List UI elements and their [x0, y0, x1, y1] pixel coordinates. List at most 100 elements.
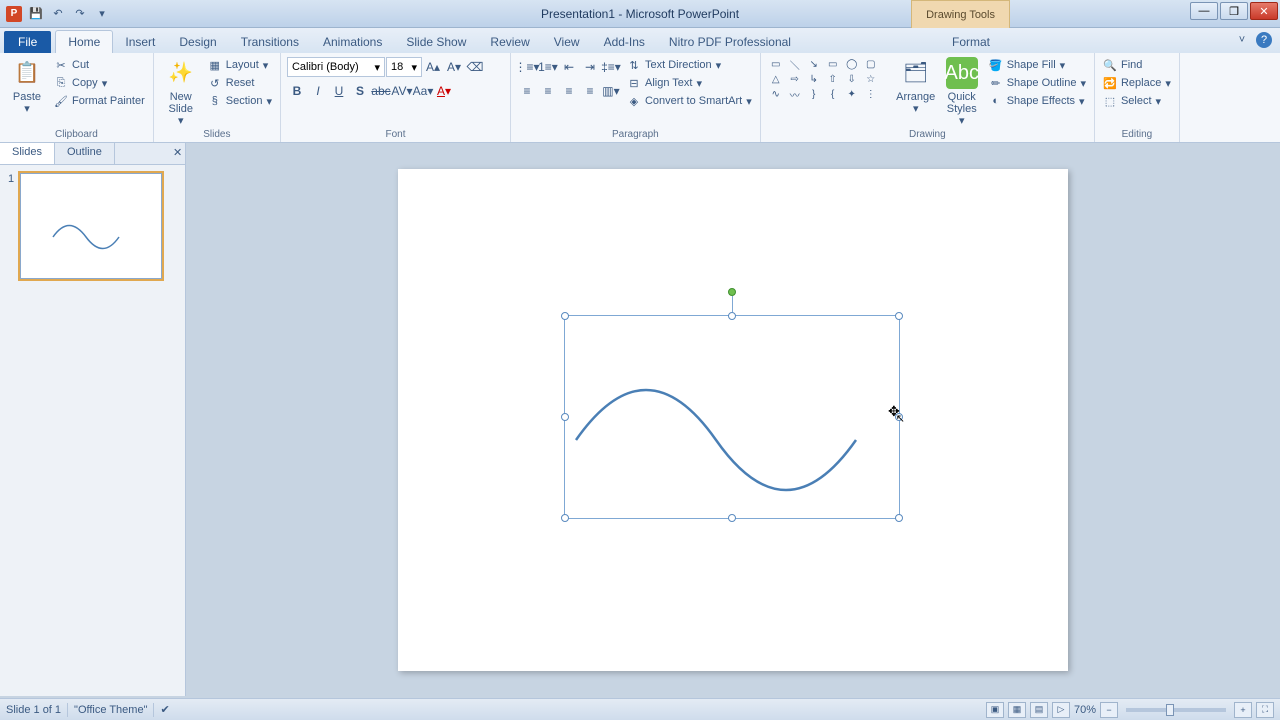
reset-button[interactable]: ↺Reset: [206, 75, 274, 91]
rotation-handle[interactable]: [728, 288, 736, 296]
shape-right-arrow[interactable]: ⇨: [786, 72, 804, 86]
tab-format[interactable]: Format: [940, 31, 1002, 53]
shape-up-arrow[interactable]: ⇧: [824, 72, 842, 86]
panel-close-button[interactable]: ✕: [161, 143, 185, 164]
grow-font-button[interactable]: A▴: [423, 57, 443, 77]
quick-styles-button[interactable]: Abc Quick Styles▾: [941, 57, 983, 127]
align-center-button[interactable]: ≡: [538, 81, 558, 101]
section-button[interactable]: §Section ▾: [206, 93, 274, 109]
minimize-ribbon-button[interactable]: ˅: [1234, 32, 1250, 48]
align-text-button[interactable]: ⊟Align Text ▾: [625, 75, 754, 91]
fit-window-button[interactable]: ⛶: [1256, 702, 1274, 718]
shape-connector[interactable]: ↳: [805, 72, 823, 86]
shape-brace2[interactable]: {: [824, 87, 842, 101]
shape-star[interactable]: ☆: [862, 72, 880, 86]
panel-tab-slides[interactable]: Slides: [0, 143, 55, 164]
minimize-button[interactable]: —: [1190, 2, 1218, 20]
help-button[interactable]: ?: [1256, 32, 1272, 48]
slide-canvas[interactable]: ✥↖: [186, 143, 1280, 696]
bullets-button[interactable]: ⋮≡▾: [517, 57, 537, 77]
underline-button[interactable]: U: [329, 81, 349, 101]
find-button[interactable]: 🔍Find: [1101, 57, 1173, 73]
tab-home[interactable]: Home: [55, 30, 113, 53]
tab-animations[interactable]: Animations: [311, 31, 394, 53]
save-button[interactable]: 💾: [26, 4, 46, 24]
shapes-more[interactable]: ⋮: [862, 87, 880, 101]
align-right-button[interactable]: ≡: [559, 81, 579, 101]
tab-review[interactable]: Review: [478, 31, 541, 53]
tab-insert[interactable]: Insert: [113, 31, 167, 53]
replace-button[interactable]: 🔁Replace ▾: [1101, 75, 1173, 91]
convert-smartart-button[interactable]: ◈Convert to SmartArt ▾: [625, 93, 754, 109]
tab-transitions[interactable]: Transitions: [229, 31, 311, 53]
restore-button[interactable]: ❐: [1220, 2, 1248, 20]
close-button[interactable]: ✕: [1250, 2, 1278, 20]
cut-button[interactable]: ✂Cut: [52, 57, 147, 73]
italic-button[interactable]: I: [308, 81, 328, 101]
align-left-button[interactable]: ≡: [517, 81, 537, 101]
shape-arrow-line[interactable]: ↘: [805, 57, 823, 71]
shape-oval[interactable]: ◯: [843, 57, 861, 71]
resize-handle-tl[interactable]: [561, 312, 569, 320]
view-normal-button[interactable]: ▣: [986, 702, 1004, 718]
view-sorter-button[interactable]: ▦: [1008, 702, 1026, 718]
new-slide-button[interactable]: ✨ New Slide▾: [160, 57, 202, 127]
font-name-combo[interactable]: Calibri (Body)▾: [287, 57, 385, 77]
shape-effects-button[interactable]: ◐Shape Effects ▾: [987, 93, 1088, 109]
shape-rectangle[interactable]: ▭: [824, 57, 842, 71]
justify-button[interactable]: ≡: [580, 81, 600, 101]
resize-handle-br[interactable]: [895, 514, 903, 522]
panel-tab-outline[interactable]: Outline: [55, 143, 115, 164]
paste-button[interactable]: 📋 Paste▾: [6, 57, 48, 115]
shape-down-arrow[interactable]: ⇩: [843, 72, 861, 86]
columns-button[interactable]: ▥▾: [601, 81, 621, 101]
tab-view[interactable]: View: [542, 31, 592, 53]
font-size-combo[interactable]: 18▾: [386, 57, 422, 77]
increase-indent-button[interactable]: ⇥: [580, 57, 600, 77]
decrease-indent-button[interactable]: ⇤: [559, 57, 579, 77]
change-case-button[interactable]: Aa▾: [413, 81, 433, 101]
shape-star4[interactable]: ✦: [843, 87, 861, 101]
slide-thumbnail-1[interactable]: 1: [8, 173, 177, 279]
slide[interactable]: ✥↖: [398, 169, 1068, 671]
status-spellcheck-icon[interactable]: ✔: [160, 703, 169, 716]
shape-brace[interactable]: }: [805, 87, 823, 101]
shape-curve[interactable]: ∿: [767, 87, 785, 101]
shape-freeform[interactable]: 〰: [786, 87, 804, 101]
tab-slideshow[interactable]: Slide Show: [394, 31, 478, 53]
zoom-thumb[interactable]: [1166, 704, 1174, 716]
clear-formatting-button[interactable]: ⌫: [465, 57, 485, 77]
shrink-font-button[interactable]: A▾: [444, 57, 464, 77]
bold-button[interactable]: B: [287, 81, 307, 101]
shape-textbox[interactable]: ▭: [767, 57, 785, 71]
arrange-button[interactable]: 🗂 Arrange▾: [895, 57, 937, 115]
numbering-button[interactable]: 1≡▾: [538, 57, 558, 77]
undo-button[interactable]: ↶: [48, 4, 68, 24]
format-painter-button[interactable]: 🖌Format Painter: [52, 93, 147, 109]
strikethrough-button[interactable]: abc: [371, 81, 391, 101]
line-spacing-button[interactable]: ‡≡▾: [601, 57, 621, 77]
tab-nitro[interactable]: Nitro PDF Professional: [657, 31, 803, 53]
resize-handle-tm[interactable]: [728, 312, 736, 320]
tab-addins[interactable]: Add-Ins: [592, 31, 657, 53]
layout-button[interactable]: ▦Layout ▾: [206, 57, 274, 73]
copy-button[interactable]: ⎘Copy ▾: [52, 75, 147, 91]
shape-rounded-rect[interactable]: ▢: [862, 57, 880, 71]
shapes-gallery[interactable]: ▭ ＼ ↘ ▭ ◯ ▢ △ ⇨ ↳ ⇧ ⇩ ☆ ∿ 〰 } { ✦ ⋮: [767, 57, 891, 101]
tab-file[interactable]: File: [4, 31, 51, 53]
shadow-button[interactable]: S: [350, 81, 370, 101]
zoom-in-button[interactable]: +: [1234, 702, 1252, 718]
shape-line[interactable]: ＼: [786, 57, 804, 71]
zoom-slider[interactable]: [1126, 708, 1226, 712]
shape-fill-button[interactable]: 🪣Shape Fill ▾: [987, 57, 1088, 73]
resize-handle-bl[interactable]: [561, 514, 569, 522]
text-direction-button[interactable]: ⇅Text Direction ▾: [625, 57, 754, 73]
selected-shape[interactable]: [564, 315, 900, 519]
select-button[interactable]: ⬚Select ▾: [1101, 93, 1173, 109]
zoom-percent[interactable]: 70%: [1074, 704, 1096, 716]
resize-handle-ml[interactable]: [561, 413, 569, 421]
resize-handle-tr[interactable]: [895, 312, 903, 320]
shape-triangle[interactable]: △: [767, 72, 785, 86]
view-reading-button[interactable]: ▤: [1030, 702, 1048, 718]
qat-customize[interactable]: ▾: [92, 4, 112, 24]
